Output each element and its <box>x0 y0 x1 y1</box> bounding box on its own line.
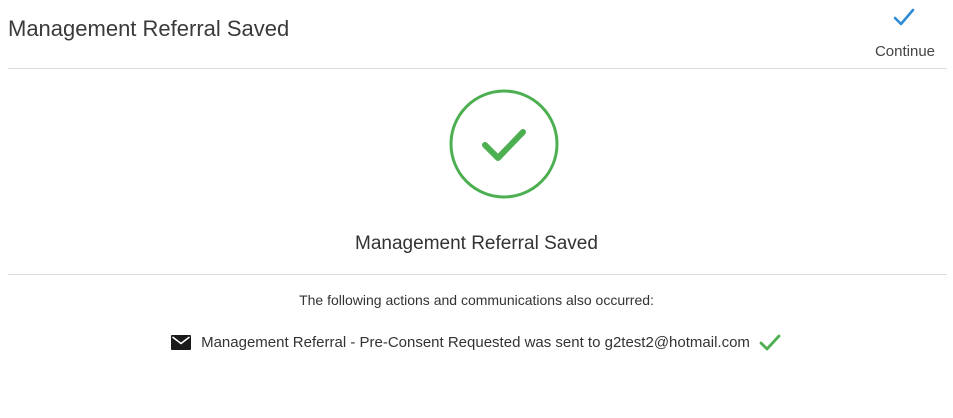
header-divider <box>8 68 947 69</box>
communication-item: Management Referral - Pre-Consent Reques… <box>0 332 953 352</box>
section-divider <box>8 274 947 275</box>
communication-text: Management Referral - Pre-Consent Reques… <box>201 333 750 351</box>
continue-button[interactable]: Continue <box>867 4 943 64</box>
success-circle-check-icon <box>449 89 559 199</box>
checkmark-icon <box>893 8 915 26</box>
page-title: Management Referral Saved <box>8 16 290 41</box>
success-message: Management Referral Saved <box>355 233 598 254</box>
checkmark-icon <box>759 334 781 351</box>
envelope-icon <box>171 334 192 350</box>
continue-label: Continue <box>874 43 936 60</box>
actions-intro-text: The following actions and communications… <box>299 292 654 308</box>
